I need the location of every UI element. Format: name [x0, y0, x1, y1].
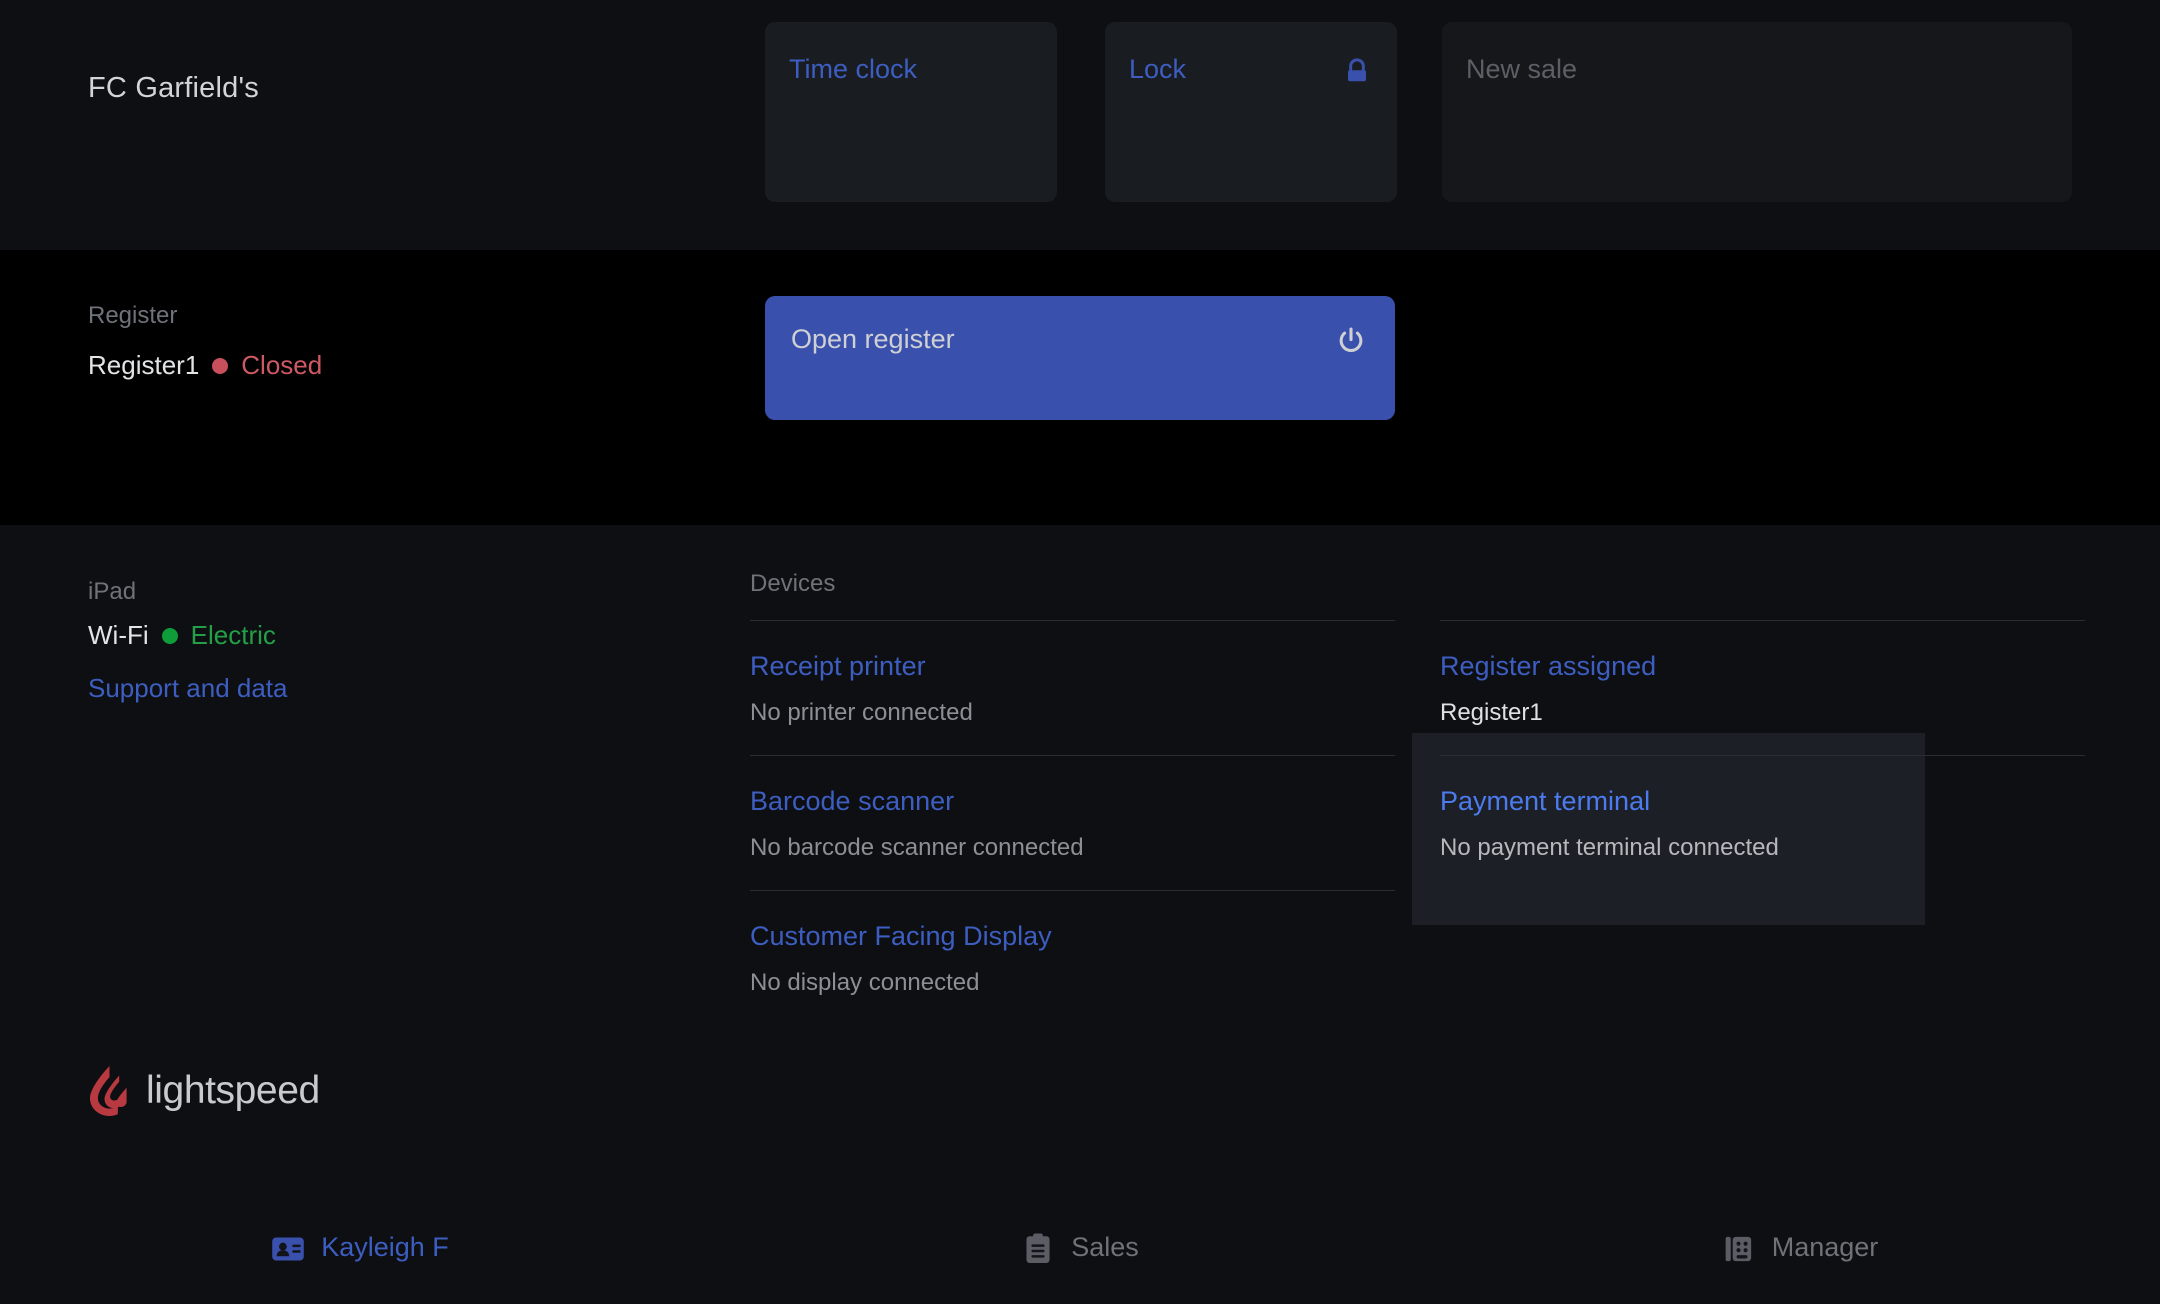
new-sale-card[interactable]: New sale [1442, 22, 2072, 202]
tab-manager-label: Manager [1772, 1232, 1879, 1263]
clipboard-icon [1021, 1232, 1055, 1266]
power-icon [1335, 324, 1367, 358]
payment-terminal-title[interactable]: Payment terminal [1440, 788, 2085, 815]
tab-sales-label: Sales [1071, 1232, 1139, 1263]
lightspeed-flame-icon [88, 1065, 132, 1117]
barcode-scanner-title[interactable]: Barcode scanner [750, 788, 1395, 815]
lock-card[interactable]: Lock [1105, 22, 1397, 202]
ledger-icon [1722, 1232, 1756, 1266]
customer-facing-display-title[interactable]: Customer Facing Display [750, 923, 1395, 950]
wifi-network-name: Electric [191, 620, 276, 651]
register-name: Register1 [88, 350, 199, 381]
customer-facing-display-status: No display connected [750, 971, 1395, 995]
payment-terminal-entry[interactable]: Payment terminal No payment terminal con… [1440, 755, 2085, 890]
wifi-label: Wi-Fi [88, 620, 149, 651]
tab-user-label: Kayleigh F [321, 1232, 449, 1263]
devices-column: Devices Receipt printer No printer conne… [750, 570, 1395, 1025]
device-customer-facing-display[interactable]: Customer Facing Display No display conne… [750, 890, 1395, 1025]
lightspeed-logo: lightspeed [88, 1065, 320, 1117]
status-dot-icon [212, 358, 228, 374]
store-name: FC Garfield's [88, 72, 259, 105]
device-barcode-scanner[interactable]: Barcode scanner No barcode scanner conne… [750, 755, 1395, 890]
time-clock-card[interactable]: Time clock [765, 22, 1057, 202]
tab-manager[interactable]: Manager [1440, 1210, 2160, 1304]
payment-terminal-status: No payment terminal connected [1440, 836, 2085, 860]
register-status-row: Register1 Closed [88, 350, 322, 381]
receipt-printer-status: No printer connected [750, 701, 1395, 725]
devices-heading: Devices [750, 570, 1395, 598]
new-sale-label: New sale [1466, 54, 1577, 85]
open-register-label: Open register [791, 324, 955, 355]
open-register-button[interactable]: Open register [765, 296, 1395, 420]
ipad-section-label: iPad [88, 578, 136, 606]
register-assigned-title[interactable]: Register assigned [1440, 653, 2085, 680]
register-assigned-entry[interactable]: Register assigned Register1 [1440, 620, 2085, 755]
wifi-status-dot-icon [162, 628, 178, 644]
support-and-data-link[interactable]: Support and data [88, 673, 288, 704]
wifi-status-row: Wi-Fi Electric [88, 620, 276, 651]
register-assigned-value: Register1 [1440, 701, 2085, 725]
lightspeed-wordmark: lightspeed [146, 1069, 320, 1113]
tab-sales[interactable]: Sales [720, 1210, 1440, 1304]
register-section-label: Register [88, 302, 177, 330]
lock-icon [1343, 57, 1371, 87]
lock-label: Lock [1129, 54, 1186, 85]
id-card-icon [271, 1232, 305, 1266]
register-status: Closed [241, 350, 322, 381]
tab-user[interactable]: Kayleigh F [0, 1210, 720, 1304]
bottom-tab-bar: Kayleigh F Sales Manager [0, 1210, 2160, 1304]
top-band: FC Garfield's Time clock Lock New sale [0, 0, 2160, 250]
barcode-scanner-status: No barcode scanner connected [750, 836, 1395, 860]
register-column: Register assigned Register1 Payment term… [1440, 570, 2085, 890]
receipt-printer-title[interactable]: Receipt printer [750, 653, 1395, 680]
pos-home-screen: FC Garfield's Time clock Lock New sale R… [0, 0, 2160, 1304]
time-clock-label: Time clock [789, 54, 917, 85]
device-receipt-printer[interactable]: Receipt printer No printer connected [750, 620, 1395, 755]
